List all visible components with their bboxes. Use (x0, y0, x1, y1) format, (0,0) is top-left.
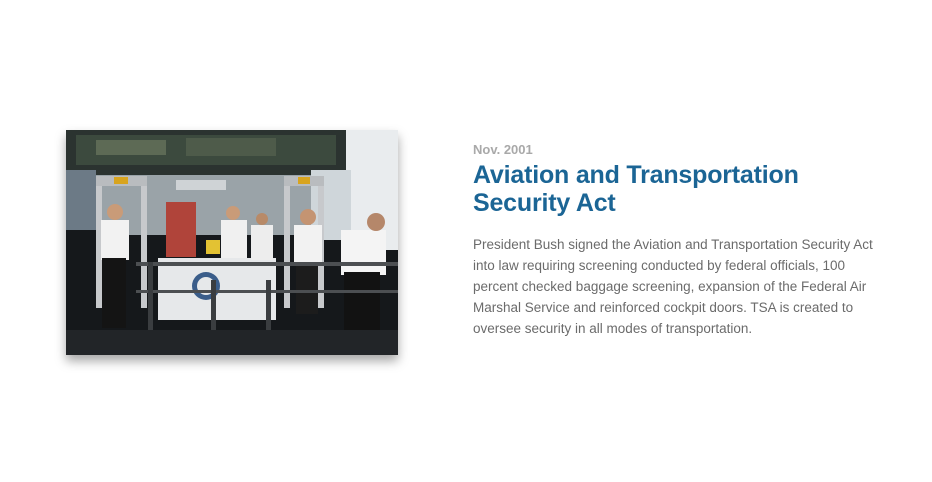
entry-text: Nov. 2001 Aviation and Transportation Se… (473, 142, 883, 339)
entry-date: Nov. 2001 (473, 142, 533, 157)
timeline-entry: Nov. 2001 Aviation and Transportation Se… (0, 0, 932, 482)
airport-security-checkpoint-photo (66, 130, 398, 355)
checkpoint-photo-illustration (66, 130, 398, 355)
entry-description: President Bush signed the Aviation and T… (473, 237, 873, 336)
entry-title: Aviation and Transportation Security Act (473, 161, 799, 217)
